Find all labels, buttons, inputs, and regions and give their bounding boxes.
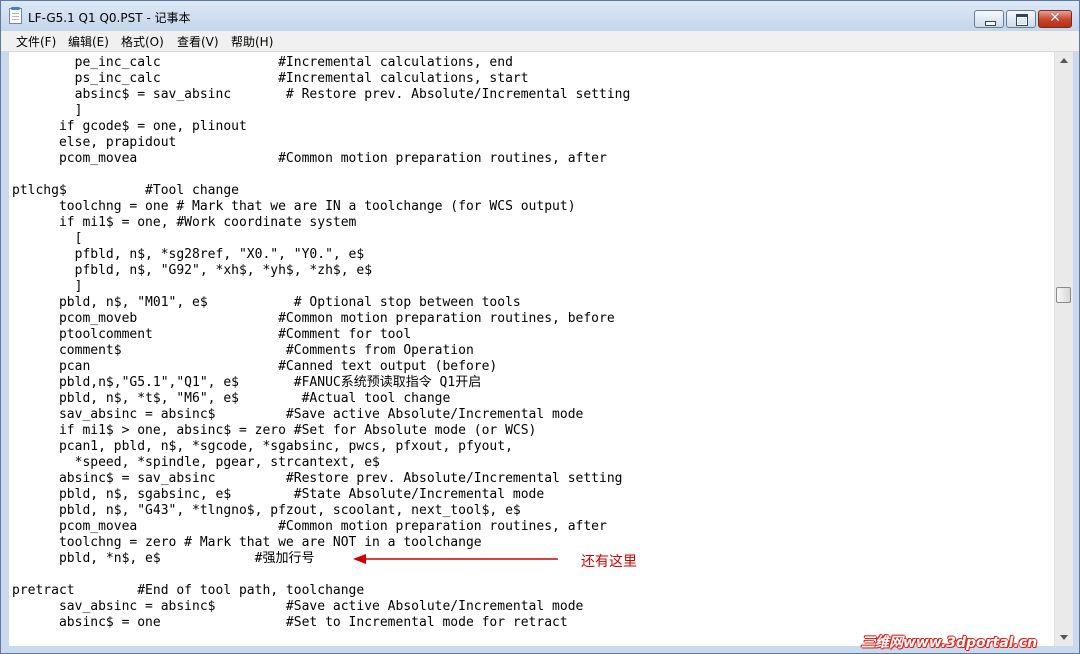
code-line: pcan #Canned text output (before) [12, 359, 498, 374]
code-line: toolchng = zero # Mark that we are NOT i… [12, 535, 482, 550]
annotation-arrow-icon [353, 554, 558, 564]
code-line: if mi1$ > one, absinc$ = zero #Set for A… [12, 423, 537, 438]
code-line: else, prapidout [12, 135, 177, 150]
code-line: pretract #End of tool path, toolchange [12, 583, 365, 598]
maximize-button[interactable] [1006, 10, 1036, 28]
code-line: comment$ #Comments from Operation [12, 343, 474, 358]
code-line: sav_absinc = absinc$ #Save active Absolu… [12, 407, 584, 422]
menu-help[interactable]: 帮助(H) [231, 33, 273, 50]
code-line: if mi1$ = one, #Work coordinate system [12, 215, 357, 230]
code-line: pcom_movea #Common motion preparation ro… [12, 519, 607, 534]
code-line: ] [12, 103, 83, 118]
close-icon: ✕ [1049, 10, 1061, 26]
code-line: pcom_movea #Common motion preparation ro… [12, 151, 607, 166]
code-line: pbld, n$, "G43", *tlngno$, pfzout, scool… [12, 503, 521, 518]
code-line: pcom_moveb #Common motion preparation ro… [12, 311, 615, 326]
code-line: absinc$ = sav_absinc # Restore prev. Abs… [12, 87, 631, 102]
title-bar[interactable]: LF-G5.1 Q1 Q0.PST - 记事本 ✕ [1, 1, 1079, 31]
menu-file[interactable]: 文件(F) [16, 33, 56, 50]
menu-view[interactable]: 查看(V) [177, 33, 219, 50]
code-line: absinc$ = one #Set to Incremental mode f… [12, 615, 568, 630]
code-line: sav_absinc = absinc$ #Save active Absolu… [12, 599, 584, 614]
notepad-window: LF-G5.1 Q1 Q0.PST - 记事本 ✕ 文件(F) 编辑(E) 格式… [0, 0, 1080, 654]
code-line: pbld, *n$, e$ #强加行号 [12, 551, 315, 566]
code-line: absinc$ = sav_absinc #Restore prev. Abso… [12, 471, 623, 486]
menu-format[interactable]: 格式(O) [121, 33, 164, 50]
annotation-label: 还有这里 [581, 554, 637, 570]
scroll-down-icon[interactable] [1055, 629, 1072, 646]
code-line: [ [12, 231, 83, 246]
code-line: pbld, n$, sgabsinc, e$ #State Absolute/I… [12, 487, 545, 502]
minimize-icon [985, 21, 996, 26]
code-line: ] [12, 279, 83, 294]
code-line: pe_inc_calc #Incremental calculations, e… [12, 55, 513, 70]
code-line: pfbld, n$, "G92", *xh$, *yh$, *zh$, e$ [12, 263, 373, 278]
close-button[interactable]: ✕ [1038, 10, 1072, 28]
notepad-app-icon[interactable] [9, 7, 22, 24]
menu-bar: 文件(F) 编辑(E) 格式(O) 查看(V) 帮助(H) [1, 31, 1079, 52]
code-line: *speed, *spindle, pgear, strcantext, e$ [12, 455, 380, 470]
code-line: ptoolcomment #Comment for tool [12, 327, 412, 342]
code-line: pfbld, n$, *sg28ref, "X0.", "Y0.", e$ [12, 247, 365, 262]
code-line: pcan1, pbld, n$, *sgcode, *sgabsinc, pwc… [12, 439, 513, 454]
site-watermark: 三维网www.3dportal.cn [861, 635, 1038, 651]
vertical-scrollbar[interactable] [1054, 52, 1073, 646]
maximize-icon [1016, 14, 1028, 26]
code-line: pbld, n$, "M01", e$ # Optional stop betw… [12, 295, 521, 310]
code-line: pbld, n$, *t$, "M6", e$ #Actual tool cha… [12, 391, 451, 406]
scrollbar-thumb[interactable] [1056, 287, 1071, 303]
scroll-up-icon[interactable] [1055, 52, 1072, 69]
code-line: toolchng = one # Mark that we are IN a t… [12, 199, 576, 214]
code-line: ps_inc_calc #Incremental calculations, s… [12, 71, 529, 86]
menu-edit[interactable]: 编辑(E) [68, 33, 109, 50]
window-title: LF-G5.1 Q1 Q0.PST - 记事本 [28, 11, 191, 25]
code-line: pbld,n$,"G5.1","Q1", e$ #FANUC系统预读取指令 Q1… [12, 375, 482, 390]
code-line: if gcode$ = one, plinout [12, 119, 247, 134]
code-line: ptlchg$ #Tool change [12, 183, 239, 198]
minimize-button[interactable] [974, 10, 1004, 28]
